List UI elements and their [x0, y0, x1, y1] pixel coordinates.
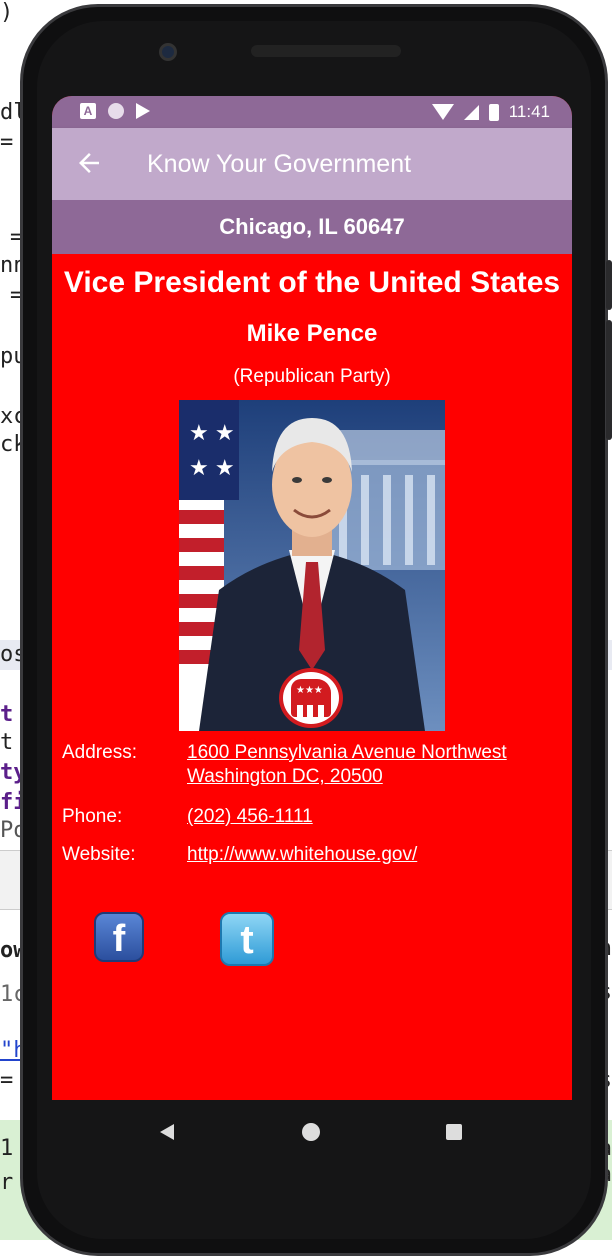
bg-code-fragment: r — [0, 1170, 14, 1195]
address-line-1[interactable]: 1600 Pennsylvania Avenue Northwest — [187, 742, 507, 764]
bg-code-fragment: = — [0, 130, 14, 155]
bg-code-fragment: t — [0, 730, 14, 755]
official-photo[interactable]: ★ ★ ★ ★ ★★★ — [179, 400, 445, 731]
nav-recents-icon[interactable] — [446, 1124, 462, 1140]
app-title: Know Your Government — [147, 150, 412, 178]
phone-link[interactable]: (202) 456-1111 — [187, 806, 313, 828]
notification-a-icon: A — [80, 103, 96, 119]
location-label: Chicago, IL 60647 — [52, 200, 572, 254]
earpiece-speaker — [251, 45, 401, 57]
front-camera — [159, 43, 177, 61]
official-name: Mike Pence — [246, 320, 378, 347]
official-details: Vice President of the United States Mike… — [52, 254, 572, 1100]
website-label: Website: — [62, 844, 136, 865]
facebook-icon[interactable]: f — [94, 912, 144, 962]
address-link[interactable]: 1600 Pennsylvania Avenue Northwest Washi… — [187, 742, 507, 788]
bg-code-fragment: t — [0, 702, 14, 727]
nav-back-icon[interactable] — [160, 1124, 174, 1140]
sync-circle-icon — [108, 103, 124, 119]
phone-label: Phone: — [62, 806, 123, 827]
wifi-icon — [431, 104, 454, 120]
twitter-icon[interactable]: t — [220, 912, 274, 966]
address-label: Address: — [62, 742, 137, 763]
app-screen: A 11:41 Know Your Government Chicago, IL… — [52, 96, 572, 1100]
svg-text:★ ★: ★ ★ — [189, 420, 235, 445]
app-bar: Know Your Government — [52, 128, 572, 200]
power-button — [606, 260, 612, 310]
cell-signal-icon — [463, 104, 479, 120]
battery-icon — [488, 103, 499, 121]
status-bar: A 11:41 — [52, 96, 572, 128]
bg-code-fragment: = — [0, 1068, 14, 1093]
office-title: Vice President of the United States — [63, 266, 561, 299]
arrow-left-icon[interactable] — [74, 148, 104, 178]
nav-home-icon[interactable] — [302, 1123, 320, 1141]
bg-code-fragment: ) — [0, 0, 14, 25]
volume-button — [606, 320, 612, 440]
official-party: (Republican Party) — [233, 366, 391, 387]
svg-text:★★★: ★★★ — [296, 685, 323, 696]
republican-elephant-icon: ★★★ — [279, 668, 343, 728]
website-link[interactable]: http://www.whitehouse.gov/ — [187, 844, 417, 866]
svg-text:★ ★: ★ ★ — [189, 455, 235, 480]
play-store-icon — [136, 103, 150, 119]
status-time: 11:41 — [508, 102, 550, 121]
address-line-2[interactable]: Washington DC, 20500 — [187, 766, 507, 788]
system-nav-bar — [52, 1100, 572, 1164]
